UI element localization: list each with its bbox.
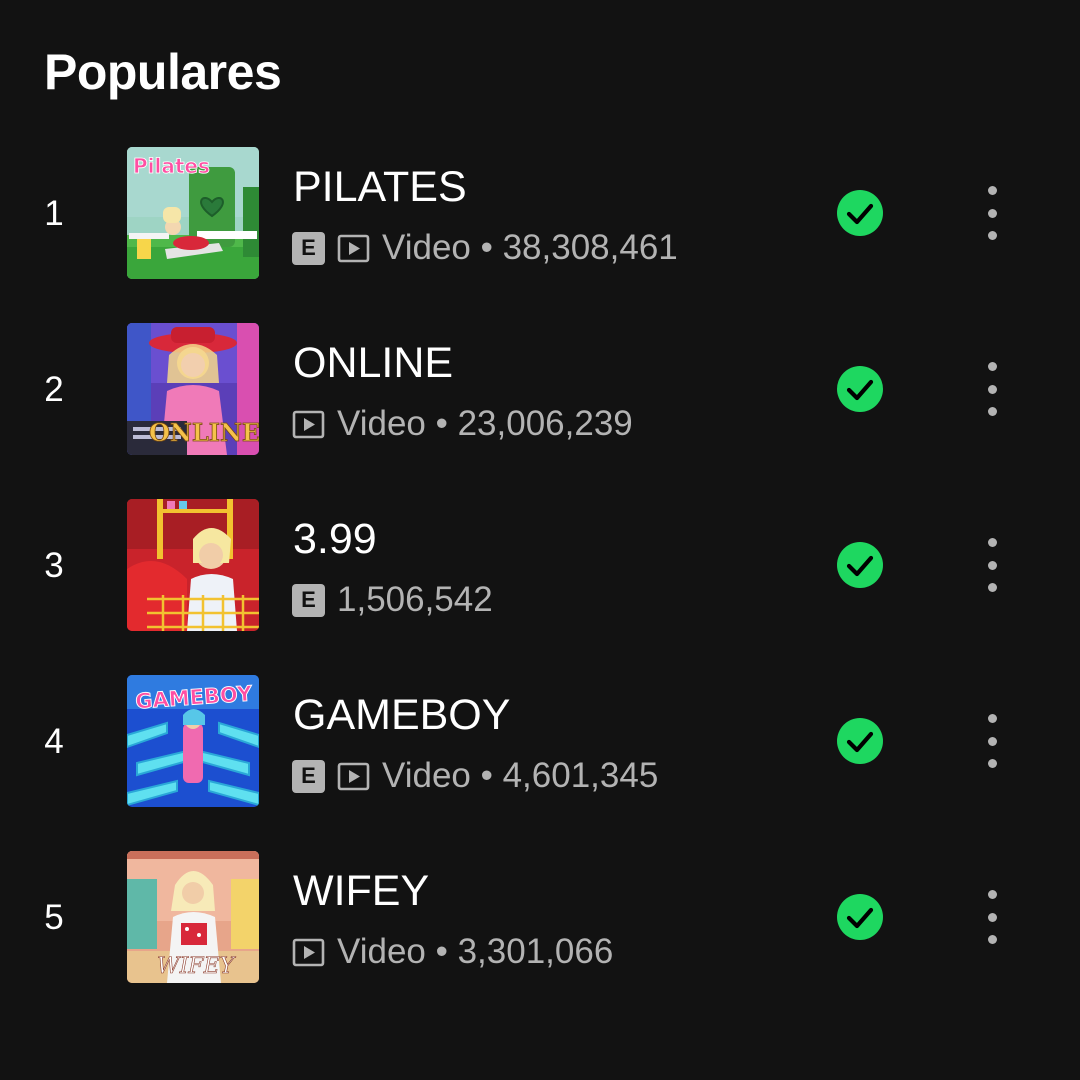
section-title: Populares [44, 44, 282, 100]
more-options-icon[interactable] [972, 886, 1012, 948]
track-meta: Video • 3,301,066 [292, 931, 613, 973]
track-play-count: Video • 38,308,461 [382, 228, 678, 267]
downloaded-check-icon[interactable] [836, 365, 884, 413]
video-play-icon [337, 232, 370, 265]
track-play-count: Video • 4,601,345 [382, 756, 659, 795]
explicit-badge: E [292, 759, 325, 793]
more-options-icon[interactable] [972, 182, 1012, 244]
track-cover-art: GAMEBOY [127, 675, 259, 807]
video-play-icon [337, 760, 370, 793]
more-options-icon[interactable] [972, 710, 1012, 772]
track-cover-art: WIFEY [127, 851, 259, 983]
track-meta: E 1,506,542 [292, 579, 493, 621]
track-title[interactable]: ONLINE [293, 337, 453, 389]
track-row[interactable]: 4 GAMEBOY GAMEBOY E Video • 4,601,345 [0, 655, 1080, 831]
track-row[interactable]: 3 3.99 E 1,506,542 [0, 479, 1080, 655]
track-title[interactable]: GAMEBOY [293, 689, 510, 741]
track-title[interactable]: 3.99 [293, 513, 377, 565]
track-rank: 4 [44, 722, 64, 761]
track-meta: E Video • 4,601,345 [292, 755, 658, 797]
explicit-badge: E [292, 231, 325, 265]
more-options-icon[interactable] [972, 358, 1012, 420]
popular-tracks-list: 1 Pilates PILATES E Video • 38,308,461 2… [0, 127, 1080, 1007]
track-play-count: Video • 23,006,239 [337, 404, 633, 443]
track-meta: Video • 23,006,239 [292, 403, 633, 445]
video-play-icon [292, 408, 325, 441]
track-meta: E Video • 38,308,461 [292, 227, 678, 269]
track-title[interactable]: PILATES [293, 161, 467, 213]
downloaded-check-icon[interactable] [836, 717, 884, 765]
track-row[interactable]: 2 ONLINE ONLINE Video • 23,006,239 [0, 303, 1080, 479]
svg-text:ONLINE: ONLINE [149, 418, 259, 447]
downloaded-check-icon[interactable] [836, 893, 884, 941]
track-rank: 3 [44, 546, 64, 585]
track-rank: 1 [44, 194, 64, 233]
track-cover-art [127, 499, 259, 631]
explicit-badge: E [292, 583, 325, 617]
video-play-icon [292, 936, 325, 969]
downloaded-check-icon[interactable] [836, 189, 884, 237]
track-play-count: 1,506,542 [337, 580, 493, 619]
track-title[interactable]: WIFEY [293, 865, 429, 917]
track-row[interactable]: 5 WIFEY WIFEY Video • 3,301,066 [0, 831, 1080, 1007]
svg-text:Pilates: Pilates [133, 154, 210, 178]
track-cover-art: Pilates [127, 147, 259, 279]
more-options-icon[interactable] [972, 534, 1012, 596]
downloaded-check-icon[interactable] [836, 541, 884, 589]
track-cover-art: ONLINE [127, 323, 259, 455]
track-play-count: Video • 3,301,066 [337, 932, 614, 971]
track-rank: 5 [44, 898, 64, 937]
svg-text:WIFEY: WIFEY [157, 954, 237, 979]
track-row[interactable]: 1 Pilates PILATES E Video • 38,308,461 [0, 127, 1080, 303]
track-rank: 2 [44, 370, 64, 409]
